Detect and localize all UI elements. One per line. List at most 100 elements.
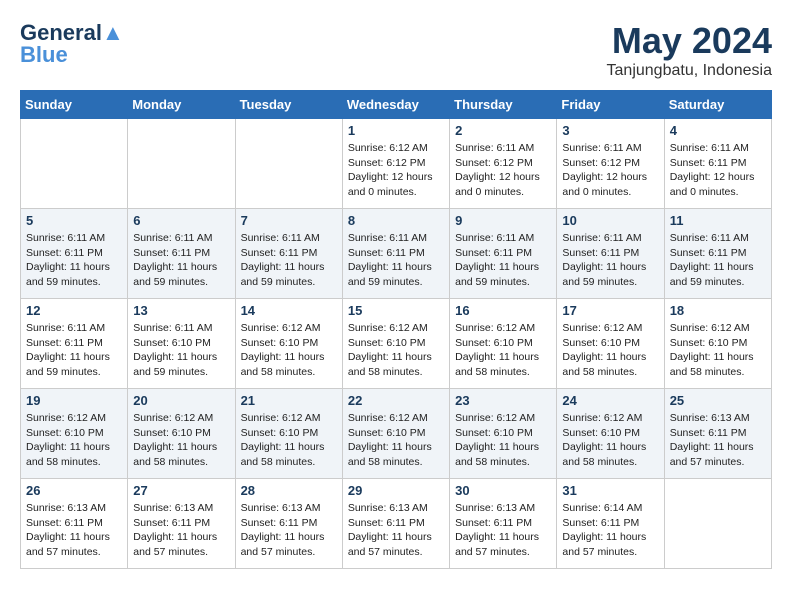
calendar-cell: 8 Sunrise: 6:11 AM Sunset: 6:11 PM Daylig… (342, 209, 449, 299)
day-info: Sunrise: 6:11 AM Sunset: 6:11 PM Dayligh… (26, 231, 122, 290)
calendar-cell: 24Sunrise: 6:12 AM Sunset: 6:10 PM Dayli… (557, 389, 664, 479)
day-number: 31 (562, 483, 658, 498)
calendar-week-row: 5 Sunrise: 6:11 AM Sunset: 6:11 PM Daylig… (21, 209, 772, 299)
day-number: 2 (455, 123, 551, 138)
day-info: Sunrise: 6:13 AM Sunset: 6:11 PM Dayligh… (670, 411, 766, 470)
day-info: Sunrise: 6:11 AM Sunset: 6:11 PM Dayligh… (562, 231, 658, 290)
day-number: 19 (26, 393, 122, 408)
day-info: Sunrise: 6:12 AM Sunset: 6:10 PM Dayligh… (455, 321, 551, 380)
day-info: Sunrise: 6:13 AM Sunset: 6:11 PM Dayligh… (133, 501, 229, 560)
calendar-cell: 19 Sunrise: 6:12 AM Sunset: 6:10 PM Dayli… (21, 389, 128, 479)
day-info: Sunrise: 6:12 AM Sunset: 6:10 PM Dayligh… (241, 411, 337, 470)
day-number: 10 (562, 213, 658, 228)
calendar-cell: 28 Sunrise: 6:13 AM Sunset: 6:11 PM Dayli… (235, 479, 342, 569)
day-number: 14 (241, 303, 337, 318)
logo: General▲ Blue (20, 20, 124, 68)
calendar-cell: 6 Sunrise: 6:11 AM Sunset: 6:11 PM Daylig… (128, 209, 235, 299)
day-info: Sunrise: 6:11 AM Sunset: 6:12 PM Dayligh… (562, 141, 658, 200)
day-number: 7 (241, 213, 337, 228)
day-info: Sunrise: 6:12 AM Sunset: 6:10 PM Dayligh… (348, 321, 444, 380)
day-number: 8 (348, 213, 444, 228)
calendar-cell: 13Sunrise: 6:11 AM Sunset: 6:10 PM Dayli… (128, 299, 235, 389)
day-info: Sunrise: 6:12 AM Sunset: 6:10 PM Dayligh… (26, 411, 122, 470)
day-number: 26 (26, 483, 122, 498)
calendar-cell: 2 Sunrise: 6:11 AM Sunset: 6:12 PM Daylig… (450, 119, 557, 209)
calendar-cell: 22 Sunrise: 6:12 AM Sunset: 6:10 PM Dayli… (342, 389, 449, 479)
calendar-cell: 1 Sunrise: 6:12 AM Sunset: 6:12 PM Daylig… (342, 119, 449, 209)
day-info: Sunrise: 6:12 AM Sunset: 6:10 PM Dayligh… (241, 321, 337, 380)
calendar-cell (21, 119, 128, 209)
logo-blue: Blue (20, 42, 68, 68)
day-number: 23 (455, 393, 551, 408)
day-number: 24 (562, 393, 658, 408)
calendar-cell: 20 Sunrise: 6:12 AM Sunset: 6:10 PM Dayli… (128, 389, 235, 479)
calendar-cell: 9Sunrise: 6:11 AM Sunset: 6:11 PM Daylig… (450, 209, 557, 299)
month-title: May 2024 (607, 20, 772, 62)
day-info: Sunrise: 6:11 AM Sunset: 6:11 PM Dayligh… (348, 231, 444, 290)
calendar-week-row: 12 Sunrise: 6:11 AM Sunset: 6:11 PM Dayli… (21, 299, 772, 389)
calendar-cell: 11 Sunrise: 6:11 AM Sunset: 6:11 PM Dayli… (664, 209, 771, 299)
day-number: 15 (348, 303, 444, 318)
day-info: Sunrise: 6:13 AM Sunset: 6:11 PM Dayligh… (241, 501, 337, 560)
day-number: 16 (455, 303, 551, 318)
weekday-header: Saturday (664, 91, 771, 119)
calendar-cell: 21 Sunrise: 6:12 AM Sunset: 6:10 PM Dayli… (235, 389, 342, 479)
calendar-cell: 4Sunrise: 6:11 AM Sunset: 6:11 PM Daylig… (664, 119, 771, 209)
calendar-week-row: 1 Sunrise: 6:12 AM Sunset: 6:12 PM Daylig… (21, 119, 772, 209)
calendar-cell: 25 Sunrise: 6:13 AM Sunset: 6:11 PM Dayli… (664, 389, 771, 479)
day-number: 13 (133, 303, 229, 318)
day-info: Sunrise: 6:12 AM Sunset: 6:12 PM Dayligh… (348, 141, 444, 200)
calendar-cell (235, 119, 342, 209)
calendar-cell: 31 Sunrise: 6:14 AM Sunset: 6:11 PM Dayli… (557, 479, 664, 569)
day-info: Sunrise: 6:12 AM Sunset: 6:10 PM Dayligh… (348, 411, 444, 470)
day-info: Sunrise: 6:12 AM Sunset: 6:10 PM Dayligh… (133, 411, 229, 470)
day-info: Sunrise: 6:13 AM Sunset: 6:11 PM Dayligh… (455, 501, 551, 560)
day-number: 22 (348, 393, 444, 408)
day-info: Sunrise: 6:12 AM Sunset: 6:10 PM Dayligh… (455, 411, 551, 470)
day-info: Sunrise: 6:13 AM Sunset: 6:11 PM Dayligh… (348, 501, 444, 560)
page-header: General▲ Blue May 2024 Tanjungbatu, Indo… (20, 20, 772, 80)
day-info: Sunrise: 6:11 AM Sunset: 6:11 PM Dayligh… (26, 321, 122, 380)
calendar-cell: 26 Sunrise: 6:13 AM Sunset: 6:11 PM Dayli… (21, 479, 128, 569)
day-number: 18 (670, 303, 766, 318)
day-number: 17 (562, 303, 658, 318)
calendar-cell (664, 479, 771, 569)
day-info: Sunrise: 6:11 AM Sunset: 6:11 PM Dayligh… (241, 231, 337, 290)
day-info: Sunrise: 6:13 AM Sunset: 6:11 PM Dayligh… (26, 501, 122, 560)
weekday-header: Sunday (21, 91, 128, 119)
calendar-cell: 27 Sunrise: 6:13 AM Sunset: 6:11 PM Dayli… (128, 479, 235, 569)
day-info: Sunrise: 6:14 AM Sunset: 6:11 PM Dayligh… (562, 501, 658, 560)
day-number: 21 (241, 393, 337, 408)
day-info: Sunrise: 6:11 AM Sunset: 6:12 PM Dayligh… (455, 141, 551, 200)
day-number: 28 (241, 483, 337, 498)
calendar-week-row: 19 Sunrise: 6:12 AM Sunset: 6:10 PM Dayli… (21, 389, 772, 479)
day-number: 20 (133, 393, 229, 408)
day-number: 6 (133, 213, 229, 228)
day-number: 30 (455, 483, 551, 498)
day-info: Sunrise: 6:12 AM Sunset: 6:10 PM Dayligh… (562, 321, 658, 380)
day-number: 3 (562, 123, 658, 138)
weekday-header: Tuesday (235, 91, 342, 119)
location: Tanjungbatu, Indonesia (607, 62, 772, 80)
calendar-cell: 29 Sunrise: 6:13 AM Sunset: 6:11 PM Dayli… (342, 479, 449, 569)
day-number: 9 (455, 213, 551, 228)
calendar-cell (128, 119, 235, 209)
day-info: Sunrise: 6:11 AM Sunset: 6:11 PM Dayligh… (670, 231, 766, 290)
calendar-header-row: SundayMondayTuesdayWednesdayThursdayFrid… (21, 91, 772, 119)
day-number: 12 (26, 303, 122, 318)
day-number: 5 (26, 213, 122, 228)
calendar-cell: 15 Sunrise: 6:12 AM Sunset: 6:10 PM Dayli… (342, 299, 449, 389)
day-info: Sunrise: 6:12 AM Sunset: 6:10 PM Dayligh… (670, 321, 766, 380)
day-number: 1 (348, 123, 444, 138)
calendar-cell: 5 Sunrise: 6:11 AM Sunset: 6:11 PM Daylig… (21, 209, 128, 299)
day-number: 25 (670, 393, 766, 408)
day-number: 27 (133, 483, 229, 498)
day-number: 29 (348, 483, 444, 498)
day-info: Sunrise: 6:11 AM Sunset: 6:11 PM Dayligh… (670, 141, 766, 200)
day-number: 11 (670, 213, 766, 228)
calendar-cell: 10 Sunrise: 6:11 AM Sunset: 6:11 PM Dayli… (557, 209, 664, 299)
calendar-cell: 12 Sunrise: 6:11 AM Sunset: 6:11 PM Dayli… (21, 299, 128, 389)
day-info: Sunrise: 6:11 AM Sunset: 6:11 PM Dayligh… (133, 231, 229, 290)
weekday-header: Friday (557, 91, 664, 119)
weekday-header: Thursday (450, 91, 557, 119)
